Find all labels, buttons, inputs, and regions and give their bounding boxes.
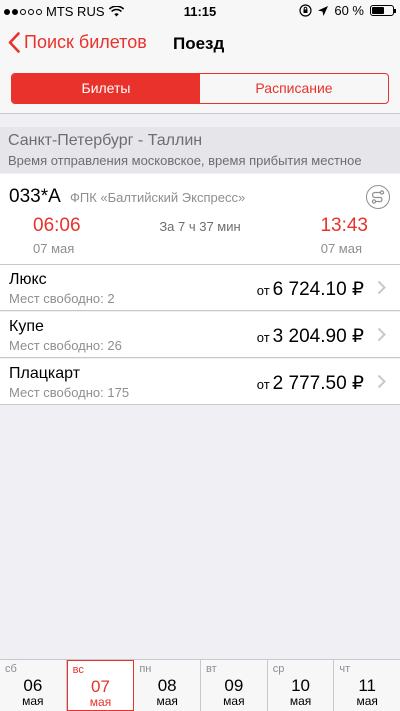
weekday: вт [206,663,217,675]
date-picker: сб 06 мая вс 07 мая пн 08 мая вт 09 мая … [0,659,400,711]
class-name: Купе [9,318,44,335]
route-header: Санкт-Петербург - Таллин Время отправлен… [0,127,400,173]
tabs-container: Билеты Расписание [0,66,400,114]
status-bar: MTS RUS 11:15 60 % [0,0,400,22]
day-number: 09 [224,676,244,695]
weekday: вс [72,664,84,676]
class-price: от 3 204.90 ₽ [257,325,364,348]
day-number: 08 [157,676,177,695]
status-right: 60 % [299,3,396,18]
arrival-time: 13:43 [320,215,368,236]
segmented-control: Билеты Расписание [11,73,389,104]
seats-available: Мест свободно: 2 [9,291,115,306]
chevron-right-icon [377,327,386,342]
train-card: 033*А ФПК «Балтийский Экспресс» 06:06 За… [0,174,400,265]
date-item[interactable]: вт 09 мая [201,660,268,711]
weekday: сб [5,663,17,675]
back-label: Поиск билетов [24,32,147,52]
day-number: 10 [291,676,310,695]
month: мая [356,694,378,708]
price-value: 6 724.10 ₽ [272,279,364,300]
tab-tickets[interactable]: Билеты [12,74,200,103]
class-row-lux[interactable]: Люкс Мест свободно: 2 от 6 724.10 ₽ [0,265,400,311]
train-number: 033*А [9,186,61,207]
price-from-label: от [256,377,270,392]
price-value: 3 204.90 ₽ [272,326,364,347]
date-item[interactable]: ср 10 мая [268,660,335,711]
tab-schedule[interactable]: Расписание [200,74,388,103]
day-number: 11 [358,676,377,695]
location-icon [318,5,329,16]
day-number: 06 [23,676,43,695]
weekday: чт [339,663,351,675]
arrival-date: 07 мая [320,241,362,256]
route-title: Санкт-Петербург - Таллин [8,132,203,149]
route-map-icon[interactable] [366,185,390,209]
back-button[interactable]: Поиск билетов [8,32,147,53]
day-number: 07 [91,677,110,696]
price-from-label: от [256,283,270,298]
orientation-lock-icon [299,4,312,17]
class-price: от 2 777.50 ₽ [257,372,364,395]
navigation-bar: Поиск билетов Поезд [0,22,400,66]
battery-icon [370,5,396,16]
time-note: Время отправления московское, время приб… [8,153,362,168]
battery-percent: 60 % [334,3,364,18]
page-title: Поезд [173,34,225,53]
date-item[interactable]: сб 06 мая [0,660,67,711]
month: мая [22,694,44,708]
class-name: Люкс [9,271,47,288]
departure-date: 07 мая [33,241,75,256]
chevron-right-icon [377,374,386,389]
weekday: пн [139,663,152,675]
price-from-label: от [256,330,270,345]
month: мая [289,694,312,708]
weekday: ср [272,663,285,675]
class-name: Плацкарт [9,365,81,382]
class-row-coupe[interactable]: Купе Мест свободно: 26 от 3 204.90 ₽ [0,312,400,358]
chevron-left-icon [8,32,20,53]
date-item[interactable]: чт 11 мая [334,660,400,711]
month: мая [156,694,178,708]
seats-available: Мест свободно: 175 [9,385,130,400]
chevron-right-icon [377,280,386,295]
date-item-selected[interactable]: вс 07 мая [66,660,135,711]
train-name: ФПК «Балтийский Экспресс» [70,190,246,205]
month: мая [223,694,245,708]
class-row-platzkart[interactable]: Плацкарт Мест свободно: 175 от 2 777.50 ₽ [0,359,400,405]
price-value: 2 777.50 ₽ [272,373,364,394]
class-price: от 6 724.10 ₽ [257,278,364,301]
seats-available: Мест свободно: 26 [9,338,122,353]
date-item[interactable]: пн 08 мая [134,660,202,711]
month: мая [89,695,112,709]
